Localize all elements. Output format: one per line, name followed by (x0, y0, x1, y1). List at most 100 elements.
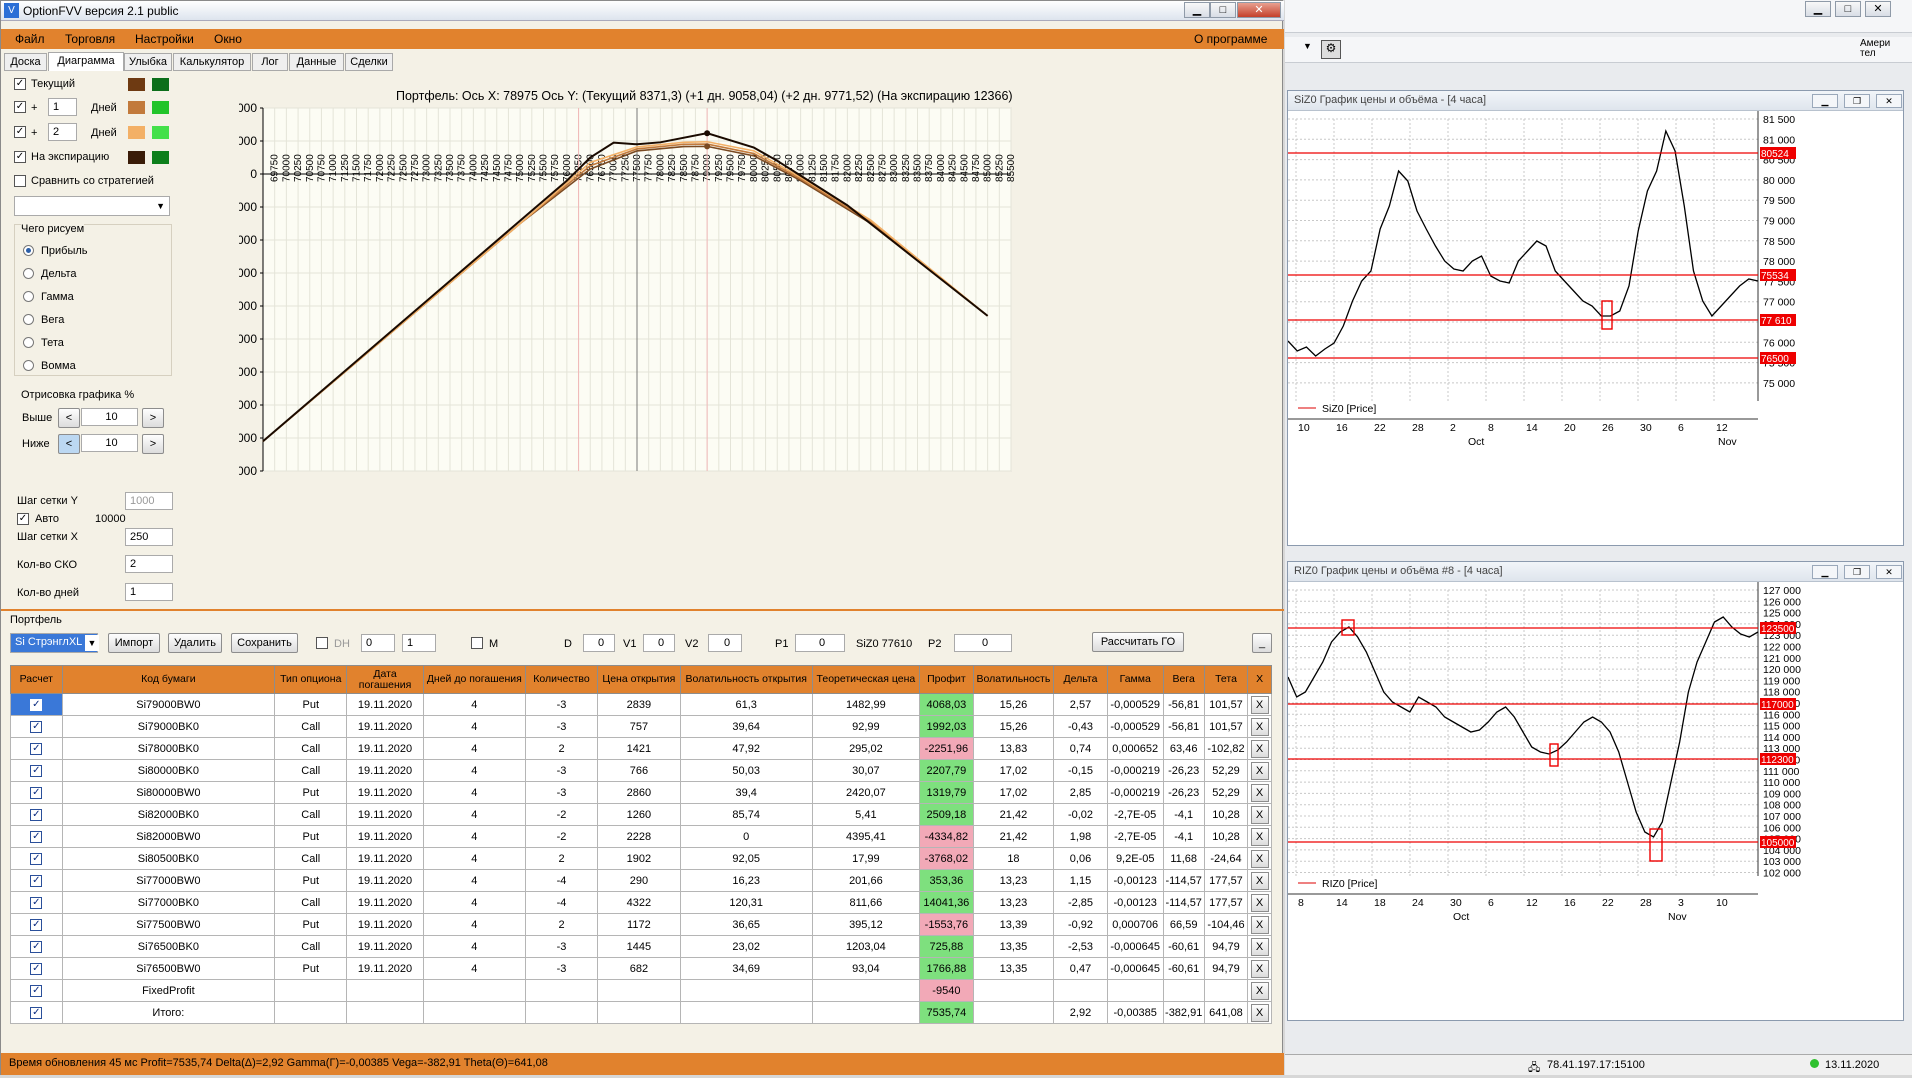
table-row[interactable]: ✓ Si77000BK0 Call 19.11.2020 4 -4 4322 120,31 81… (10, 891, 1272, 914)
remove-row-button[interactable]: X (1250, 871, 1269, 890)
table-row[interactable]: ✓ Si79000BK0 Call 19.11.2020 4 -3 757 39,64 92,9… (10, 715, 1272, 738)
calc-checkbox[interactable]: ✓ (30, 875, 43, 887)
table-row[interactable]: ✓ Si78000BK0 Call 19.11.2020 4 2 1421 47,92 295,… (10, 737, 1272, 760)
column-header[interactable]: Волатильность (972, 665, 1055, 694)
remove-row-button[interactable]: X (1250, 739, 1269, 758)
table-row[interactable]: ✓ FixedProfit -9540 X (10, 979, 1272, 1002)
d-input[interactable]: 0 (583, 634, 615, 652)
radio-profit[interactable] (23, 245, 34, 256)
rizo-minimize-button[interactable]: ▁ (1812, 565, 1838, 579)
sko-input[interactable]: 2 (125, 555, 173, 573)
below-value-input[interactable]: 10 (81, 434, 138, 452)
expiry-color-a[interactable] (128, 151, 145, 164)
calc-checkbox[interactable]: ✓ (30, 809, 43, 821)
current-color-a[interactable] (128, 78, 145, 91)
remove-row-button[interactable]: X (1250, 805, 1269, 824)
plus2-color-a[interactable] (128, 126, 145, 139)
above-value-input[interactable]: 10 (81, 408, 138, 426)
plus1-days-input[interactable]: 1 (48, 98, 77, 116)
calc-checkbox[interactable]: ✓ (30, 941, 43, 953)
tab-smile[interactable]: Улыбка (124, 53, 172, 71)
tab-calculator[interactable]: Калькулятор (173, 53, 251, 71)
calc-checkbox[interactable]: ✓ (30, 721, 43, 733)
sizo-close-button[interactable]: ✕ (1876, 94, 1902, 108)
v2-input[interactable]: 0 (708, 634, 742, 652)
radio-vomma[interactable] (23, 360, 34, 371)
plus2-checkbox[interactable]: ✓ (14, 126, 26, 138)
calc-checkbox[interactable]: ✓ (30, 985, 43, 997)
minimize-button[interactable]: ▁ (1184, 2, 1210, 18)
tab-log[interactable]: Лог (252, 53, 288, 71)
table-row[interactable]: ✓ Итого: 7535,74 2,92 -0,00385 -382,91 641,08 X (10, 1001, 1272, 1024)
tab-board[interactable]: Доска (4, 53, 47, 71)
calc-checkbox[interactable]: ✓ (30, 963, 43, 975)
table-row[interactable]: ✓ Si79000BW0 Put 19.11.2020 4 -3 2839 61,3 1482,… (10, 693, 1272, 716)
bg-maximize-button[interactable]: □ (1835, 1, 1861, 17)
column-header[interactable]: Расчет (10, 665, 63, 694)
column-header[interactable]: Код бумаги (61, 665, 276, 694)
calc-checkbox[interactable]: ✓ (30, 1007, 43, 1019)
plus1-color-a[interactable] (128, 101, 145, 114)
below-decrease-button[interactable]: < (58, 434, 80, 454)
calc-checkbox[interactable]: ✓ (30, 897, 43, 909)
radio-delta[interactable] (23, 268, 34, 279)
splitter[interactable] (1, 609, 1284, 611)
p2-input[interactable]: 0 (954, 634, 1012, 652)
tab-diagram[interactable]: Диаграмма (48, 52, 124, 71)
calc-checkbox[interactable]: ✓ (30, 919, 43, 931)
below-increase-button[interactable]: > (142, 434, 164, 454)
radio-gamma[interactable] (23, 291, 34, 302)
tool-icon[interactable]: ⚙ (1321, 40, 1341, 59)
chevron-down-icon[interactable]: ▼ (1303, 41, 1315, 57)
remove-row-button[interactable]: X (1250, 893, 1269, 912)
plus2-color-b[interactable] (152, 126, 169, 139)
delete-button[interactable]: Удалить (168, 633, 222, 653)
radio-theta[interactable] (23, 337, 34, 348)
import-button[interactable]: Импорт (108, 633, 160, 653)
column-header[interactable]: Дельта (1053, 665, 1108, 694)
table-row[interactable]: ✓ Si82000BK0 Call 19.11.2020 4 -2 1260 85,74 5,4… (10, 803, 1272, 826)
table-row[interactable]: ✓ Si82000BW0 Put 19.11.2020 4 -2 2228 0 4395,41-… (10, 825, 1272, 848)
rizo-restore-button[interactable]: ❐ (1844, 565, 1870, 579)
table-row[interactable]: ✓ Si77000BW0 Put 19.11.2020 4 -4 290 16,23 201,6… (10, 869, 1272, 892)
table-row[interactable]: ✓ Si80000BK0 Call 19.11.2020 4 -3 766 50,03 30,0… (10, 759, 1272, 782)
remove-row-button[interactable]: X (1250, 1003, 1269, 1022)
table-row[interactable]: ✓ Si76500BK0 Call 19.11.2020 4 -3 1445 23,02 120… (10, 935, 1272, 958)
current-checkbox[interactable]: ✓ (14, 78, 26, 90)
calc-checkbox[interactable]: ✓ (30, 853, 43, 865)
menu-settings[interactable]: Настройки (135, 32, 194, 46)
menu-about[interactable]: О программе (1194, 32, 1267, 46)
column-header[interactable]: Дней до погашения (422, 665, 526, 694)
sizo-restore-button[interactable]: ❐ (1844, 94, 1870, 108)
table-row[interactable]: ✓ Si80500BK0 Call 19.11.2020 4 2 1902 92,05 17,9… (10, 847, 1272, 870)
calc-checkbox[interactable]: ✓ (30, 743, 43, 755)
days-count-input[interactable]: 1 (125, 583, 173, 601)
maximize-button[interactable]: □ (1210, 2, 1236, 18)
dh-spinner-1[interactable]: 0 (361, 634, 395, 652)
sizo-minimize-button[interactable]: ▁ (1812, 94, 1838, 108)
column-header[interactable]: X (1247, 665, 1272, 694)
calc-checkbox[interactable]: ✓ (30, 787, 43, 799)
table-row[interactable]: ✓ Si76500BW0 Put 19.11.2020 4 -3 682 34,69 93,04… (10, 957, 1272, 980)
remove-row-button[interactable]: X (1250, 783, 1269, 802)
dh-spinner-2[interactable]: 1 (402, 634, 436, 652)
column-header[interactable]: Теоретическая цена (811, 665, 921, 694)
p1-input[interactable]: 0 (795, 634, 845, 652)
column-header[interactable]: Цена открытия (597, 665, 681, 694)
column-header[interactable]: Тета (1203, 665, 1249, 694)
sizo-price-chart[interactable]: 81 50081 00080 50080 00079 50079 00078 5… (1288, 111, 1905, 547)
expiry-color-b[interactable] (152, 151, 169, 164)
column-header[interactable]: Профит (919, 665, 974, 694)
close-button[interactable]: ✕ (1237, 2, 1281, 18)
remove-row-button[interactable]: X (1250, 959, 1269, 978)
plus1-color-b[interactable] (152, 101, 169, 114)
v1-input[interactable]: 0 (643, 634, 675, 652)
calc-checkbox[interactable]: ✓ (30, 765, 43, 777)
strategy-select[interactable]: Si СтрэнглXL ▼ (10, 633, 99, 653)
column-header[interactable]: Дата погашения (346, 665, 424, 694)
table-row[interactable]: ✓ Si80000BW0 Put 19.11.2020 4 -3 2860 39,4 2420,… (10, 781, 1272, 804)
above-decrease-button[interactable]: < (58, 408, 80, 428)
remove-row-button[interactable]: X (1250, 695, 1269, 714)
calc-checkbox[interactable]: ✓ (30, 699, 43, 711)
rizo-price-chart[interactable]: 127 000126 000125 000124 000123 000122 0… (1288, 582, 1905, 1022)
